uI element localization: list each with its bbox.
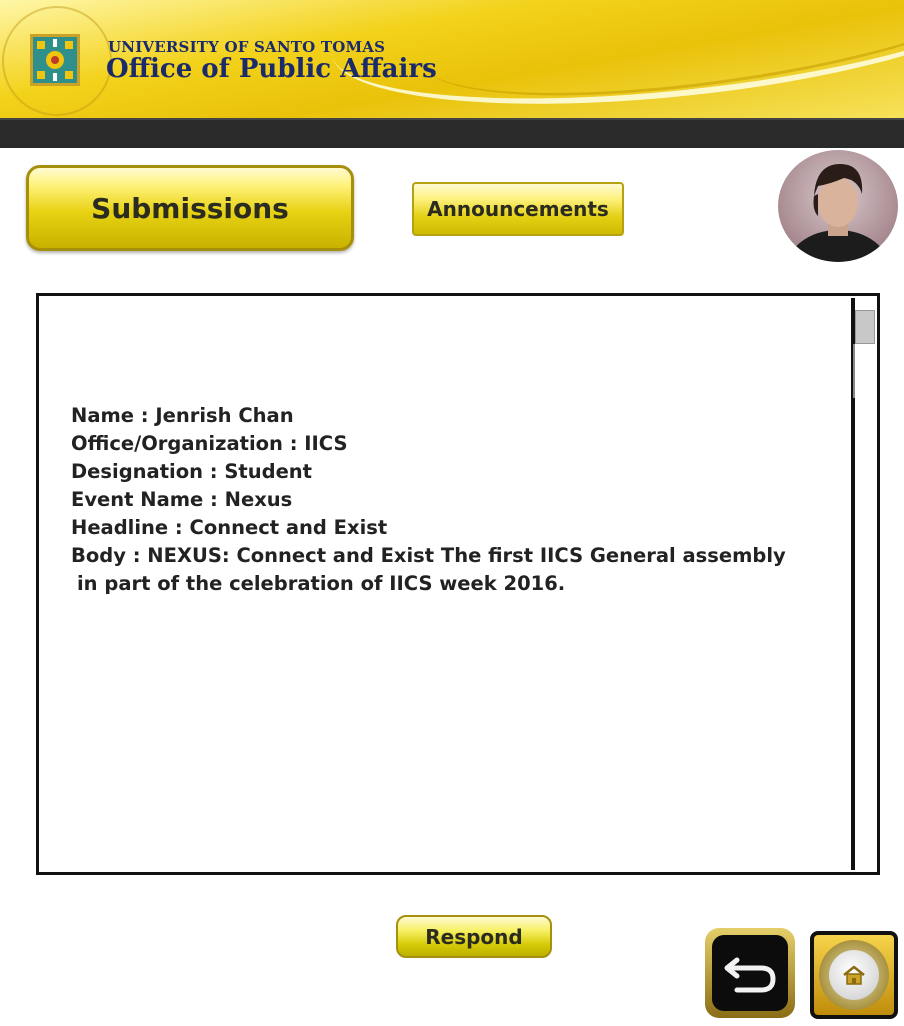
home-button[interactable] [810, 931, 898, 1019]
submission-panel: Name : Jenrish Chan Office/Organization … [36, 293, 880, 875]
announcements-button[interactable]: Announcements [412, 182, 624, 236]
respond-button[interactable]: Respond [396, 915, 552, 958]
submission-headline: Headline : Connect and Exist [71, 516, 388, 539]
submission-details: Name : Jenrish Chan Office/Organization … [71, 402, 831, 598]
scrollbar-rail [853, 344, 855, 398]
avatar[interactable] [778, 150, 898, 262]
submissions-button[interactable]: Submissions [26, 165, 354, 251]
submission-name: Name : Jenrish Chan [71, 404, 294, 427]
back-button-face [712, 935, 788, 1011]
submission-body: Body : NEXUS: Connect and Exist The firs… [71, 544, 786, 567]
header-banner: UNIVERSITY OF SANTO TOMAS Office of Publ… [0, 0, 904, 118]
back-button[interactable] [705, 928, 795, 1018]
submission-body-continuation: in part of the celebration of IICS week … [77, 572, 566, 595]
submission-organization: Office/Organization : IICS [71, 432, 348, 455]
header-divider-bar [0, 118, 904, 148]
submission-event-name: Event Name : Nexus [71, 488, 293, 511]
office-name: Office of Public Affairs [106, 54, 437, 84]
home-icon [843, 965, 865, 985]
home-button-ring [819, 940, 889, 1010]
university-seal-icon [30, 34, 80, 86]
back-arrow-icon [724, 957, 776, 993]
submission-designation: Designation : Student [71, 460, 312, 483]
scrollbar-thumb[interactable] [855, 310, 875, 344]
scrollbar[interactable] [851, 298, 875, 870]
home-button-core [829, 950, 879, 1000]
